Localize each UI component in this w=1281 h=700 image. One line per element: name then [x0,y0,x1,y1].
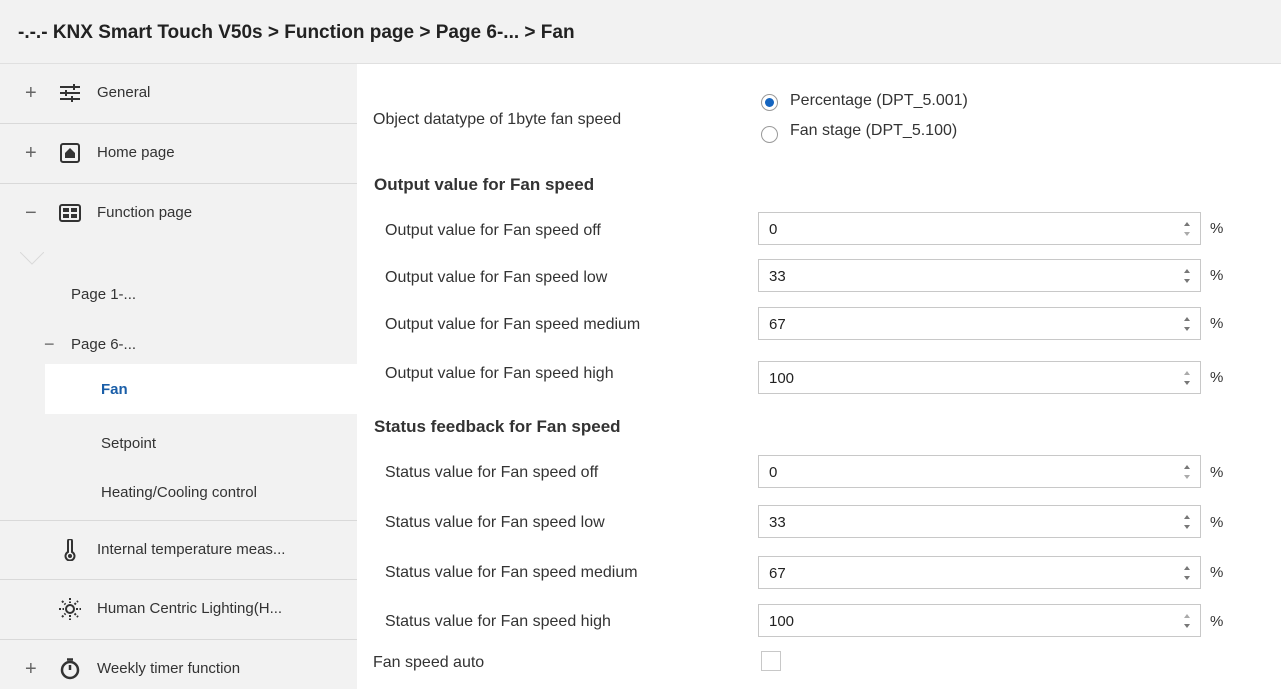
spin-arrows-icon[interactable] [1182,367,1192,389]
sidebar-item-setpoint[interactable]: Setpoint [101,435,156,452]
timer-icon [58,658,82,680]
spin-value: 67 [769,565,786,582]
sidebar-item-general[interactable]: + General [0,64,357,124]
sidebar-item-home-page[interactable]: + Home page [0,124,357,184]
home-icon [58,142,82,164]
datatype-label: Object datatype of 1byte fan speed [373,111,622,128]
spin-value: 100 [769,613,795,630]
spin-arrows-icon[interactable] [1182,313,1192,335]
sidebar-item-page-1[interactable]: Page 1-... [71,286,136,303]
sidebar-item-internal-temperature[interactable]: Internal temperature meas... [0,520,357,580]
output-off-input[interactable]: 0 [758,212,1201,245]
spin-value: 100 [769,370,795,387]
sidebar: + General + Home page − Function page Pa… [0,64,357,689]
spin-arrows-icon[interactable] [1182,218,1192,240]
status-off-label: Status value for Fan speed off [385,464,599,481]
thermometer-icon [58,539,82,561]
collapse-icon[interactable]: − [25,203,37,223]
breadcrumb: -.-.- KNX Smart Touch V50s > Function pa… [18,22,575,43]
unit-label: % [1210,220,1224,237]
unit-label: % [1210,267,1224,284]
unit-label: % [1210,369,1224,386]
sidebar-item-label: Human Centric Lighting(H... [97,600,283,617]
section-status-feedback: Status feedback for Fan speed [374,417,621,436]
expand-icon[interactable]: + [25,83,37,103]
title-bar: -.-.- KNX Smart Touch V50s > Function pa… [0,0,1281,64]
spin-arrows-icon[interactable] [1182,562,1192,584]
status-medium-label: Status value for Fan speed medium [385,564,638,581]
sidebar-item-heating-cooling-control[interactable]: Heating/Cooling control [101,484,257,501]
radio-percentage-label[interactable]: Percentage (DPT_5.001) [790,92,968,110]
expand-icon[interactable]: + [25,659,37,679]
sidebar-item-function-page[interactable]: − Function page [0,184,357,244]
sidebar-item-label: Function page [97,204,193,221]
spin-value: 0 [769,464,778,481]
unit-label: % [1210,315,1224,332]
spin-arrows-icon[interactable] [1182,511,1192,533]
output-high-label: Output value for Fan speed high [385,365,614,382]
output-off-label: Output value for Fan speed off [385,222,601,239]
sidebar-item-label: Fan [101,381,128,398]
sidebar-item-label: Weekly timer function [97,660,241,677]
status-off-input[interactable]: 0 [758,455,1201,488]
status-low-label: Status value for Fan speed low [385,514,605,531]
radio-percentage[interactable] [761,94,778,111]
spin-value: 0 [769,221,778,238]
unit-label: % [1210,613,1224,630]
spin-arrows-icon[interactable] [1182,461,1192,483]
spin-value: 33 [769,268,786,285]
spin-arrows-icon[interactable] [1182,265,1192,287]
output-medium-label: Output value for Fan speed medium [385,316,641,333]
status-low-input[interactable]: 33 [758,505,1201,538]
unit-label: % [1210,564,1224,581]
radio-fan-stage-label[interactable]: Fan stage (DPT_5.100) [790,122,957,140]
unit-label: % [1210,464,1224,481]
sidebar-item-label: Home page [97,144,175,161]
radio-fan-stage[interactable] [761,126,778,143]
output-low-label: Output value for Fan speed low [385,269,608,286]
spin-arrows-icon[interactable] [1182,610,1192,632]
expand-icon[interactable]: + [25,143,37,163]
sun-icon [58,598,82,620]
sidebar-item-label: Internal temperature meas... [97,541,286,558]
unit-label: % [1210,514,1224,531]
tree-notch [20,252,44,265]
sidebar-item-human-centric-lighting[interactable]: Human Centric Lighting(H... [0,580,357,640]
output-high-input[interactable]: 100 [758,361,1201,394]
parameter-panel: Object datatype of 1byte fan speed Perce… [357,64,1281,689]
sidebar-item-fan[interactable]: Fan [45,364,357,414]
output-medium-input[interactable]: 67 [758,307,1201,340]
section-output-value: Output value for Fan speed [374,175,595,194]
spin-value: 33 [769,514,786,531]
sliders-icon [58,82,82,104]
status-medium-input[interactable]: 67 [758,556,1201,589]
fan-speed-auto-label: Fan speed auto [373,654,485,671]
grid-icon [58,202,82,224]
fan-speed-auto-checkbox[interactable] [761,651,781,671]
status-high-input[interactable]: 100 [758,604,1201,637]
output-low-input[interactable]: 33 [758,259,1201,292]
spin-value: 67 [769,316,786,333]
collapse-icon[interactable]: − [44,334,55,355]
sidebar-item-weekly-timer[interactable]: + Weekly timer function [0,640,357,700]
sidebar-item-label: General [97,84,151,101]
sidebar-item-page-6[interactable]: Page 6-... [71,336,136,353]
status-high-label: Status value for Fan speed high [385,613,611,630]
